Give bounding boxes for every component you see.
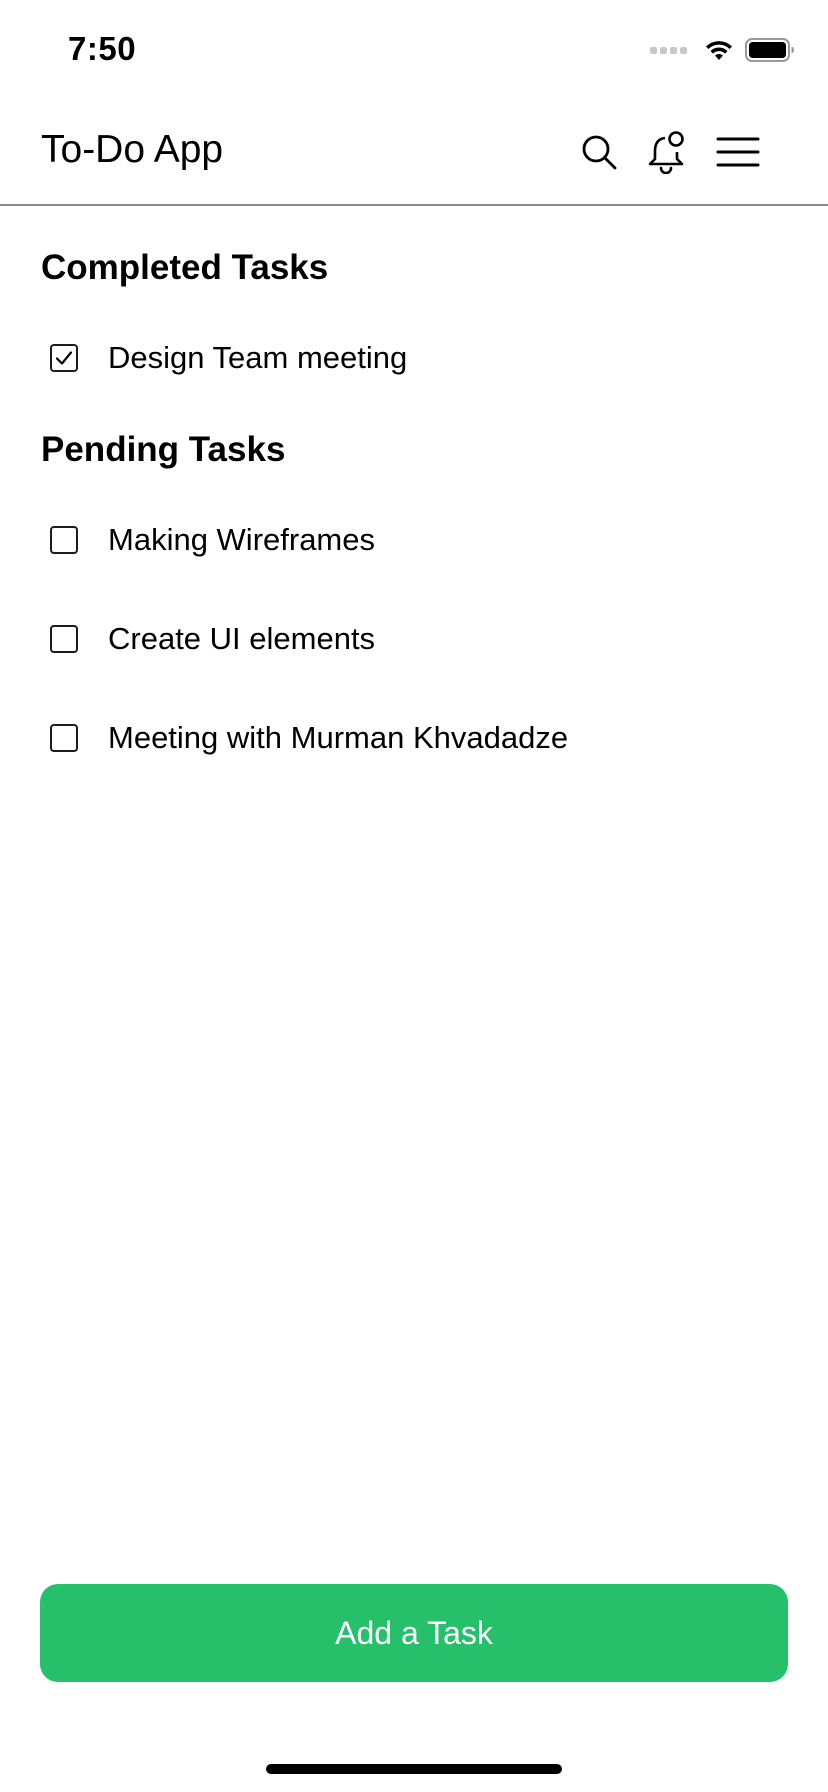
- status-time: 7:50: [68, 30, 137, 67]
- task-label: Making Wireframes: [108, 522, 375, 557]
- status-icons: [650, 36, 795, 64]
- home-indicator: [266, 1764, 562, 1774]
- checkbox-unchecked[interactable]: [50, 625, 78, 653]
- checkbox-checked[interactable]: [50, 344, 78, 372]
- status-bar: 7:50: [0, 0, 828, 100]
- task-item-pending[interactable]: Create UI elements: [41, 609, 781, 669]
- task-label: Meeting with Murman Khvadadze: [108, 720, 569, 755]
- bell-icon: [648, 131, 684, 174]
- task-item-pending[interactable]: Meeting with Murman Khvadadze: [41, 708, 781, 768]
- app-header: To-Do App: [0, 100, 828, 206]
- wifi-icon: [706, 41, 732, 60]
- task-label: Design Team meeting: [108, 340, 408, 375]
- menu-icon: [716, 137, 760, 167]
- task-item-completed[interactable]: Design Team meeting: [41, 328, 781, 388]
- checkbox-unchecked[interactable]: [50, 526, 78, 554]
- search-icon: [582, 135, 617, 170]
- app-title: To-Do App: [41, 128, 224, 171]
- cellular-signal-icon: [650, 46, 687, 54]
- battery-icon: [745, 38, 794, 62]
- add-task-button[interactable]: Add a Task: [40, 1584, 788, 1682]
- pending-tasks-heading: Pending Tasks: [41, 430, 286, 469]
- checkbox-unchecked[interactable]: [50, 724, 78, 752]
- checkmark-icon: [55, 351, 73, 365]
- notifications-button[interactable]: [643, 128, 691, 176]
- task-item-pending[interactable]: Making Wireframes: [41, 510, 781, 570]
- completed-tasks-heading: Completed Tasks: [41, 248, 329, 287]
- menu-button[interactable]: [714, 128, 762, 176]
- search-button[interactable]: [575, 128, 623, 176]
- task-label: Create UI elements: [108, 621, 376, 656]
